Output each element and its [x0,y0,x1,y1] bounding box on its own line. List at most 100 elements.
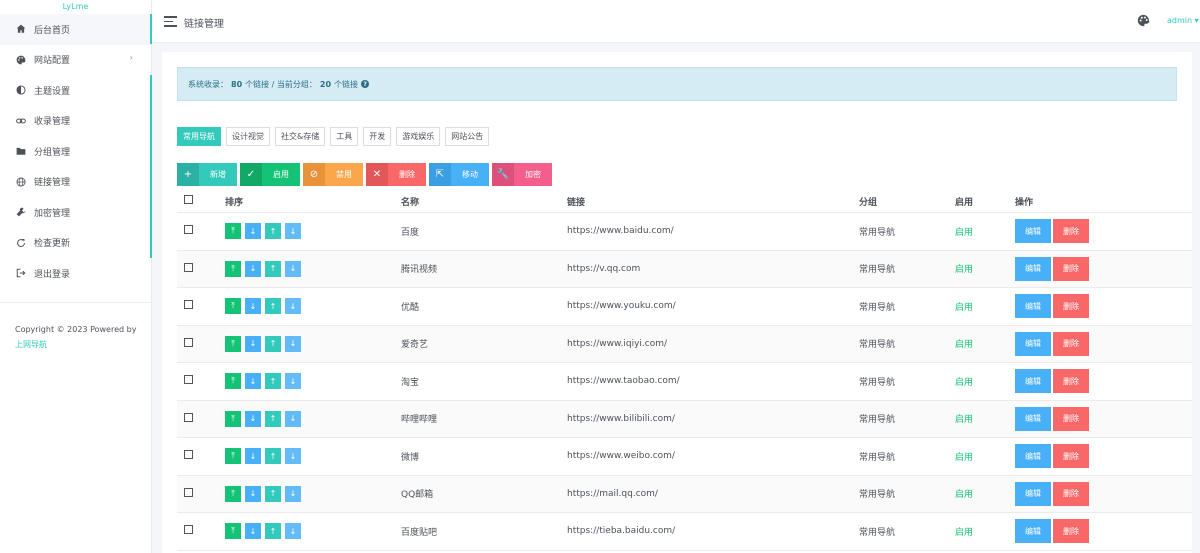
edit-button[interactable]: 编辑 [1015,294,1051,319]
delete-button[interactable]: 删除 [1053,219,1089,244]
sidebar-item-8[interactable]: 退出登录 [0,258,151,289]
action-button-5[interactable]: 🔧 加密 [492,163,552,186]
move-up-icon[interactable]: ↑ [265,335,281,352]
move-bottom-icon[interactable]: ↓ [245,448,261,465]
move-down-icon[interactable]: ↓ [285,523,301,540]
move-bottom-icon[interactable]: ↓ [245,485,261,502]
sidebar-item-7[interactable]: 检查更新 [0,228,151,259]
move-up-icon[interactable]: ↑ [265,410,281,427]
action-button-1[interactable]: ✓ 启用 [240,163,300,186]
move-top-icon[interactable]: ⤒ [225,298,241,315]
sidebar-item-label: 后台首页 [34,25,71,36]
row-checkbox[interactable] [184,225,193,235]
sidebar-item-1[interactable]: 网站配置 › [0,45,151,76]
move-down-icon[interactable]: ↓ [285,260,301,277]
row-checkbox[interactable] [184,337,193,347]
link-name: 百度 [401,227,420,238]
move-down-icon[interactable]: ↓ [285,448,301,465]
row-checkbox[interactable] [184,450,193,460]
user-menu[interactable]: admin ▾ [1167,16,1199,25]
move-up-icon[interactable]: ↑ [265,223,281,240]
edit-button[interactable]: 编辑 [1015,519,1051,544]
delete-button[interactable]: 删除 [1053,256,1089,281]
move-bottom-icon[interactable]: ↓ [245,335,261,352]
tab-6[interactable]: 网站公告 [445,127,490,146]
move-bottom-icon[interactable]: ↓ [245,523,261,540]
move-bottom-icon[interactable]: ↓ [245,223,261,240]
move-down-icon[interactable]: ↓ [285,298,301,315]
edit-button[interactable]: 编辑 [1015,369,1051,394]
row-checkbox[interactable] [184,300,193,310]
action-button-2[interactable]: ⊘ 禁用 [303,163,363,186]
move-top-icon[interactable]: ⤒ [225,260,241,277]
link-status: 启用 [955,490,974,501]
brand-logo[interactable]: LyLme [0,0,151,14]
action-button-0[interactable]: + 新增 [177,163,237,186]
edit-button[interactable]: 编辑 [1015,331,1051,356]
move-top-icon[interactable]: ⤒ [225,410,241,427]
move-bottom-icon[interactable]: ↓ [245,410,261,427]
move-up-icon[interactable]: ↑ [265,523,281,540]
move-top-icon[interactable]: ⤒ [225,523,241,540]
sidebar-item-0[interactable]: 后台首页 [0,14,151,45]
delete-button[interactable]: 删除 [1053,444,1089,469]
sidebar-item-5[interactable]: 链接管理 [0,167,151,198]
move-down-icon[interactable]: ↓ [285,373,301,390]
action-label: 新增 [210,170,226,179]
sidebar-item-3[interactable]: 收录管理 [0,106,151,137]
sidebar-item-2[interactable]: 主题设置 [0,75,151,106]
delete-button[interactable]: 删除 [1053,369,1089,394]
tab-4[interactable]: 开发 [363,127,392,146]
move-top-icon[interactable]: ⤒ [225,373,241,390]
edit-button[interactable]: 编辑 [1015,256,1051,281]
row-checkbox[interactable] [184,525,193,535]
select-all-checkbox[interactable] [184,195,193,204]
row-checkbox[interactable] [184,487,193,497]
action-button-3[interactable]: ✕ 删除 [366,163,426,186]
edit-button[interactable]: 编辑 [1015,481,1051,506]
move-down-icon[interactable]: ↓ [285,223,301,240]
edit-button[interactable]: 编辑 [1015,444,1051,469]
menu-toggle-icon[interactable] [164,16,177,27]
move-down-icon[interactable]: ↓ [285,485,301,502]
help-icon[interactable]: ? [361,80,370,88]
edit-button[interactable]: 编辑 [1015,406,1051,431]
move-up-icon[interactable]: ↑ [265,448,281,465]
action-button-4[interactable]: ⇱ 移动 [429,163,489,186]
palette-icon[interactable] [1137,14,1150,27]
move-up-icon[interactable]: ↑ [265,373,281,390]
sidebar-item-4[interactable]: 分组管理 [0,136,151,167]
move-down-icon[interactable]: ↓ [285,410,301,427]
move-top-icon[interactable]: ⤒ [225,223,241,240]
delete-button[interactable]: 删除 [1053,481,1089,506]
link-url: https://www.iqiyi.com/ [567,338,668,349]
edit-button[interactable]: 编辑 [1015,219,1051,244]
delete-button[interactable]: 删除 [1053,294,1089,319]
move-up-icon[interactable]: ↑ [265,485,281,502]
move-bottom-icon[interactable]: ↓ [245,260,261,277]
row-checkbox[interactable] [184,262,193,272]
sort-buttons: ⤒ ↓ ↑ ↓ [225,298,401,315]
row-checkbox[interactable] [184,375,193,385]
move-down-icon[interactable]: ↓ [285,335,301,352]
copyright-link[interactable]: 上网导航 [15,340,47,349]
move-top-icon[interactable]: ⤒ [225,335,241,352]
tab-1[interactable]: 设计视觉 [226,127,270,146]
sidebar-item-6[interactable]: 加密管理 [0,197,151,228]
move-bottom-icon[interactable]: ↓ [245,298,261,315]
delete-button[interactable]: 删除 [1053,519,1089,544]
delete-button[interactable]: 删除 [1053,406,1089,431]
row-checkbox[interactable] [184,412,193,422]
tab-5[interactable]: 游戏娱乐 [396,127,441,146]
sort-buttons: ⤒ ↓ ↑ ↓ [225,410,401,427]
tab-3[interactable]: 工具 [330,127,359,146]
move-top-icon[interactable]: ⤒ [225,448,241,465]
move-up-icon[interactable]: ↑ [265,298,281,315]
move-top-icon[interactable]: ⤒ [225,485,241,502]
move-up-icon[interactable]: ↑ [265,260,281,277]
delete-button[interactable]: 删除 [1053,331,1089,356]
sort-buttons: ⤒ ↓ ↑ ↓ [225,485,401,502]
move-bottom-icon[interactable]: ↓ [245,373,261,390]
tab-2[interactable]: 社交&存储 [275,127,326,146]
tab-0[interactable]: 常用导航 [177,127,221,146]
